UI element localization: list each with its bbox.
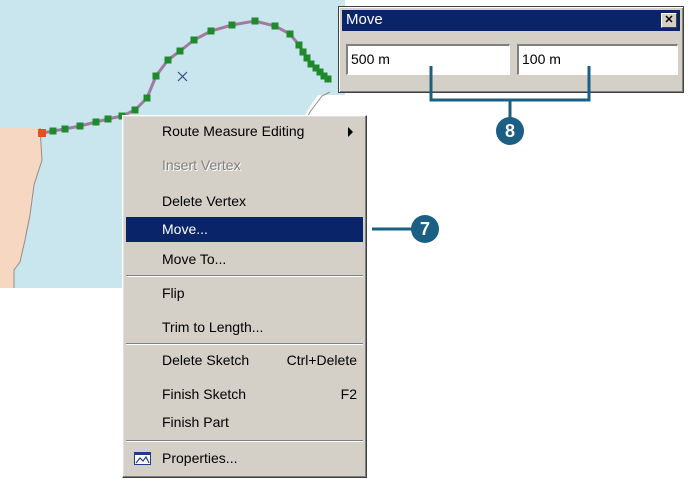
menu-item-route-measure-editing[interactable]: Route Measure Editing — [126, 119, 363, 144]
move-dialog: Move ✕ 500 m 100 m — [338, 6, 684, 93]
vertex-marker[interactable] — [76, 122, 84, 130]
vertex-marker[interactable] — [143, 94, 151, 102]
menu-item-label: Move To... — [162, 251, 227, 267]
menu-item-delete-sketch[interactable]: Delete Sketch Ctrl+Delete — [126, 348, 363, 373]
menu-item-insert-vertex[interactable]: Insert Vertex — [126, 153, 363, 178]
menu-item-delete-vertex[interactable]: Delete Vertex — [126, 189, 363, 214]
x-offset-input[interactable]: 500 m — [346, 44, 510, 75]
vertex-marker[interactable] — [295, 41, 303, 49]
close-button[interactable]: ✕ — [661, 13, 677, 28]
dialog-title: Move — [346, 11, 383, 28]
vertex-marker[interactable] — [251, 17, 259, 25]
start-vertex[interactable] — [38, 129, 46, 137]
context-menu: Route Measure Editing Insert Vertex Dele… — [122, 115, 367, 478]
menu-item-flip[interactable]: Flip — [126, 281, 363, 306]
callout-7: 7 — [411, 215, 439, 243]
y-offset-input[interactable]: 100 m — [517, 44, 678, 75]
menu-item-label: Move... — [162, 221, 208, 237]
menu-item-properties[interactable]: Properties... — [126, 446, 363, 471]
menu-item-label: Delete Vertex — [162, 193, 247, 209]
vertex-marker[interactable] — [299, 48, 307, 56]
menu-item-move-to[interactable]: Move To... — [126, 247, 363, 272]
menu-separator — [126, 343, 363, 345]
vertex-marker[interactable] — [271, 22, 279, 30]
menu-item-label: Properties... — [162, 450, 238, 466]
vertex-marker[interactable] — [164, 56, 172, 64]
vertex-marker[interactable] — [92, 118, 100, 126]
menu-separator — [126, 275, 363, 277]
menu-item-shortcut: Ctrl+Delete — [286, 352, 357, 368]
vertex-marker[interactable] — [303, 54, 311, 62]
vertex-marker[interactable] — [207, 27, 215, 35]
x-offset-value: 500 m — [351, 51, 390, 67]
menu-item-label: Flip — [162, 285, 185, 301]
menu-item-finish-sketch[interactable]: Finish Sketch F2 — [126, 382, 363, 407]
vertex-marker[interactable] — [104, 115, 112, 123]
vertex-marker[interactable] — [286, 30, 294, 38]
menu-item-label: Trim to Length... — [162, 319, 264, 335]
properties-icon — [134, 452, 151, 468]
menu-item-finish-part[interactable]: Finish Part — [126, 410, 363, 435]
callout-8: 8 — [496, 117, 524, 145]
vertex-marker[interactable] — [228, 21, 236, 29]
menu-item-move[interactable]: Move... — [126, 217, 363, 242]
submenu-arrow-icon — [348, 127, 353, 137]
vertex-marker[interactable] — [324, 75, 332, 83]
menu-item-label: Delete Sketch — [162, 352, 250, 368]
dialog-title-bar[interactable]: Move ✕ — [342, 10, 680, 31]
menu-item-label: Finish Sketch — [162, 386, 247, 402]
y-offset-value: 100 m — [522, 51, 561, 67]
vertex-marker[interactable] — [61, 125, 69, 133]
vertex-marker[interactable] — [131, 106, 139, 114]
menu-separator — [126, 440, 363, 442]
vertex-marker[interactable] — [49, 127, 57, 135]
vertex-marker[interactable] — [176, 47, 184, 55]
vertex-marker[interactable] — [152, 72, 160, 80]
menu-item-trim-to-length[interactable]: Trim to Length... — [126, 315, 363, 340]
menu-item-shortcut: F2 — [340, 386, 357, 402]
menu-item-label: Insert Vertex — [162, 157, 241, 173]
vertex-marker[interactable] — [190, 36, 198, 44]
close-icon: ✕ — [664, 14, 674, 26]
menu-item-label: Route Measure Editing — [162, 123, 305, 139]
menu-item-label: Finish Part — [162, 414, 229, 430]
